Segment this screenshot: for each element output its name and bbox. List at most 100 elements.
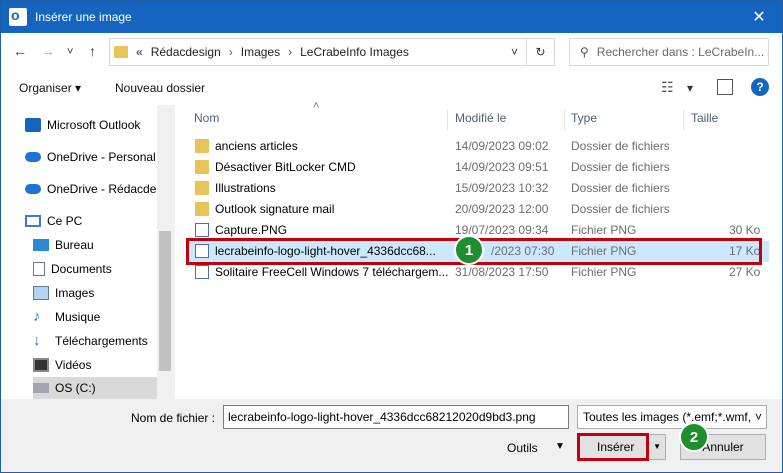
address-bar[interactable]: « Rédacdesign › Images › LeCrabeInfo Ima… bbox=[109, 38, 555, 66]
file-size: 30 Ko bbox=[729, 223, 761, 237]
png-file-icon bbox=[195, 265, 209, 279]
file-row-solitaire-freecell[interactable]: Solitaire FreeCell Windows 7 téléchargem… bbox=[189, 262, 769, 283]
folder-icon bbox=[195, 160, 209, 174]
folder-icon bbox=[195, 139, 209, 153]
new-folder-button[interactable]: Nouveau dossier bbox=[115, 81, 205, 95]
organise-button[interactable]: Organiser ▾ bbox=[19, 81, 81, 95]
file-row-illustrations[interactable]: Illustrations 15/09/2023 10:32 Dossier d… bbox=[189, 178, 769, 199]
address-dropdown-icon[interactable]: ˅ bbox=[511, 45, 518, 59]
command-bar: Organiser ▾ Nouveau dossier ☷ ▾ ? bbox=[1, 71, 782, 105]
column-header-modified[interactable]: Modifié le bbox=[455, 105, 506, 131]
search-placeholder: Rechercher dans : LeCrabeIn... bbox=[596, 45, 765, 59]
breadcrumb-overflow[interactable]: « bbox=[136, 45, 143, 59]
desktop-icon bbox=[33, 239, 49, 251]
refresh-button[interactable]: ↻ bbox=[526, 39, 554, 65]
pictures-icon bbox=[33, 286, 49, 300]
back-arrow-icon[interactable]: ← bbox=[13, 43, 27, 59]
folder-icon bbox=[114, 46, 128, 58]
file-type: Dossier de fichiers bbox=[571, 202, 670, 216]
sidebar-item-label: Documents bbox=[51, 262, 112, 276]
chevron-down-icon: ˅ bbox=[754, 410, 762, 424]
sidebar-item-onedrive-redacdesign[interactable]: OneDrive - Rédacdes bbox=[25, 178, 173, 200]
organise-label: Organiser bbox=[19, 81, 72, 95]
search-input[interactable]: ⚲ Rechercher dans : LeCrabeIn... bbox=[569, 38, 769, 66]
column-header-type[interactable]: Type bbox=[571, 105, 597, 131]
search-icon: ⚲ bbox=[580, 45, 589, 59]
outlook-icon bbox=[25, 118, 41, 132]
filename-label: Nom de fichier : bbox=[131, 411, 216, 425]
sidebar-item-ce-pc[interactable]: Ce PC bbox=[25, 210, 173, 232]
outlook-icon bbox=[9, 7, 27, 26]
file-modified: 20/09/2023 12:00 bbox=[455, 202, 549, 216]
forward-arrow-icon[interactable]: → bbox=[41, 43, 55, 59]
file-row-outlook-signature[interactable]: Outlook signature mail 20/09/2023 12:00 … bbox=[189, 199, 769, 220]
file-row-desactiver-bitlocker[interactable]: Désactiver BitLocker CMD 14/09/2023 09:5… bbox=[189, 157, 769, 178]
file-modified: 31/08/2023 17:50 bbox=[455, 265, 549, 279]
up-arrow-icon[interactable]: ↑ bbox=[89, 43, 96, 59]
sidebar-item-label: OS (C:) bbox=[55, 381, 96, 395]
sort-arrow-icon: ˄ bbox=[313, 100, 320, 112]
sidebar-item-label: Bureau bbox=[55, 238, 94, 252]
column-divider[interactable] bbox=[447, 109, 448, 131]
column-divider[interactable] bbox=[564, 109, 565, 131]
breadcrumb-item-images[interactable]: Images bbox=[241, 45, 280, 59]
tools-caret-icon[interactable]: ▼ bbox=[555, 441, 565, 452]
file-type: Dossier de fichiers bbox=[571, 139, 670, 153]
png-file-icon bbox=[195, 223, 209, 237]
video-icon bbox=[33, 358, 49, 372]
file-modified: 14/09/2023 09:02 bbox=[455, 139, 549, 153]
sidebar-item-documents[interactable]: Documents bbox=[33, 258, 173, 280]
file-modified: 14/09/2023 09:51 bbox=[455, 160, 549, 174]
insert-dropdown-icon[interactable]: ▼ bbox=[653, 442, 661, 451]
file-row-anciens-articles[interactable]: anciens articles 14/09/2023 09:02 Dossie… bbox=[189, 136, 769, 157]
sidebar-item-musique[interactable]: ♪ Musique bbox=[33, 306, 173, 328]
help-icon[interactable]: ? bbox=[751, 78, 769, 96]
scrollbar-thumb[interactable] bbox=[159, 231, 171, 371]
download-icon: ↓ bbox=[33, 332, 41, 349]
highlight-box-insert-button bbox=[577, 433, 649, 461]
window-title: Insérer une image bbox=[35, 10, 132, 24]
file-name: anciens articles bbox=[215, 139, 298, 153]
insert-image-dialog: Insérer une image ✕ ← → ˅ ↑ « Rédacdesig… bbox=[0, 0, 783, 473]
filename-input[interactable]: lecrabeinfo-logo-light-hover_4336dcc6821… bbox=[223, 405, 569, 429]
sidebar-item-images[interactable]: Images bbox=[33, 282, 173, 304]
sidebar-item-bureau[interactable]: Bureau bbox=[33, 234, 173, 256]
footer-panel: Nom de fichier : lecrabeinfo-logo-light-… bbox=[1, 399, 782, 472]
sidebar-scrollbar[interactable] bbox=[157, 105, 173, 399]
file-name: Illustrations bbox=[215, 181, 276, 195]
sidebar-item-os-c[interactable]: OS (C:) bbox=[33, 377, 157, 399]
sidebar-item-label: Ce PC bbox=[47, 214, 83, 228]
breadcrumb-item-lecrabeinfo-images[interactable]: LeCrabeInfo Images bbox=[300, 45, 409, 59]
recent-locations-chevron-icon[interactable]: ˅ bbox=[67, 46, 73, 58]
filetype-select[interactable]: Toutes les images (*.emf;*.wmf, ˅ bbox=[577, 405, 767, 429]
title-bar: Insérer une image ✕ bbox=[1, 1, 782, 33]
file-type: Dossier de fichiers bbox=[571, 181, 670, 195]
sidebar-item-label: Téléchargements bbox=[55, 334, 148, 348]
tools-button[interactable]: Outils bbox=[507, 441, 538, 455]
step-badge-1: 1 bbox=[454, 235, 484, 265]
sidebar-item-microsoft-outlook[interactable]: Microsoft Outlook bbox=[25, 114, 173, 136]
file-name: Désactiver BitLocker CMD bbox=[215, 160, 356, 174]
preview-pane-icon[interactable] bbox=[717, 79, 733, 95]
column-header-size[interactable]: Taille bbox=[691, 105, 718, 131]
sidebar-item-label: OneDrive - Personal bbox=[47, 150, 156, 164]
sidebar-item-videos[interactable]: Vidéos bbox=[33, 354, 173, 376]
view-caret-icon[interactable]: ▾ bbox=[687, 81, 693, 95]
column-header-name[interactable]: Nom bbox=[194, 105, 219, 131]
file-name: Solitaire FreeCell Windows 7 téléchargem… bbox=[215, 265, 449, 279]
navigation-pane: Microsoft Outlook OneDrive - Personal On… bbox=[1, 105, 173, 399]
breadcrumb-item-redacdesign[interactable]: Rédacdesign bbox=[151, 45, 221, 59]
organise-caret-icon: ▾ bbox=[75, 81, 82, 95]
file-modified: 15/09/2023 10:32 bbox=[455, 181, 549, 195]
view-icon[interactable]: ☷ bbox=[661, 79, 674, 96]
column-divider[interactable] bbox=[683, 109, 684, 131]
file-name: Outlook signature mail bbox=[215, 202, 335, 216]
file-type: Fichier PNG bbox=[571, 223, 637, 237]
filetype-value: Toutes les images (*.emf;*.wmf, bbox=[583, 410, 752, 424]
close-button[interactable]: ✕ bbox=[736, 1, 782, 33]
sidebar-item-label: OneDrive - Rédacdes bbox=[47, 182, 163, 196]
breadcrumb-separator-icon[interactable]: › bbox=[229, 45, 233, 59]
sidebar-item-telechargements[interactable]: ↓ Téléchargements bbox=[33, 330, 173, 352]
sidebar-item-onedrive-personal[interactable]: OneDrive - Personal bbox=[25, 146, 173, 168]
breadcrumb-separator-icon[interactable]: › bbox=[288, 45, 292, 59]
